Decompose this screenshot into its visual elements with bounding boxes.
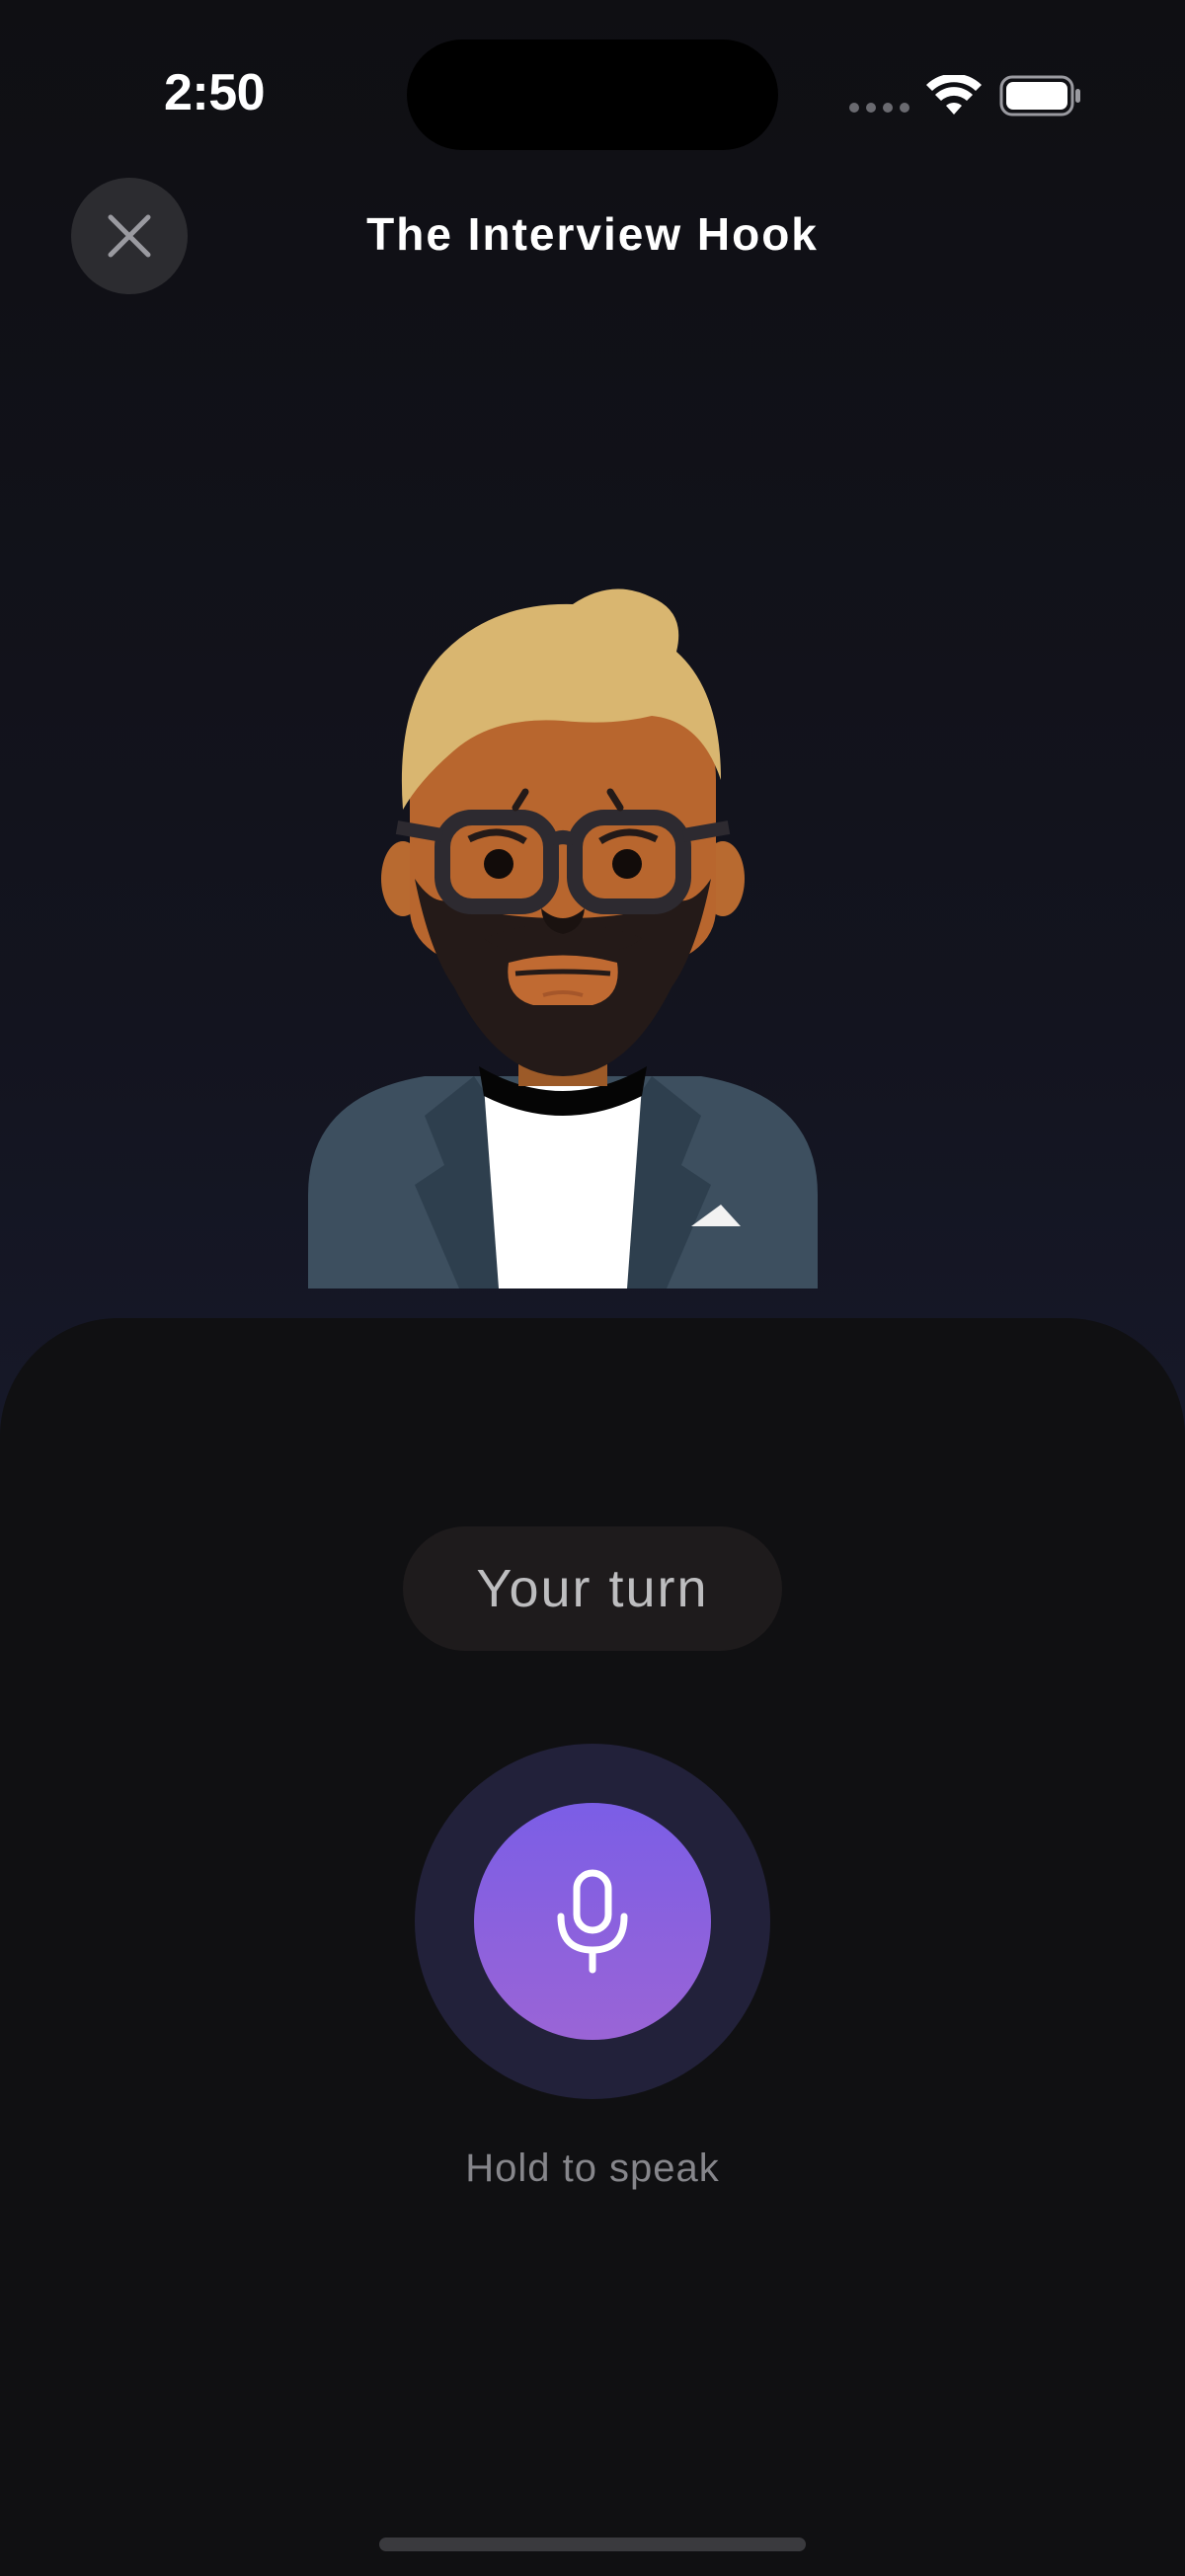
battery-icon bbox=[999, 75, 1080, 117]
wifi-icon bbox=[926, 75, 982, 115]
voice-practice-screen: 2:50 The Interview Hook Your turn Hold t… bbox=[0, 0, 1185, 2576]
signal-dots-icon bbox=[849, 103, 909, 113]
status-time: 2:50 bbox=[164, 64, 266, 121]
turn-status-label: Your turn bbox=[476, 1559, 709, 1618]
interviewer-avatar bbox=[308, 588, 818, 1288]
microphone-icon bbox=[557, 1869, 628, 1974]
home-indicator[interactable] bbox=[379, 2537, 806, 2551]
hold-to-speak-button[interactable] bbox=[474, 1803, 711, 2040]
hold-to-speak-hint: Hold to speak bbox=[465, 2147, 720, 2190]
page-title: The Interview Hook bbox=[366, 208, 819, 260]
dynamic-island bbox=[407, 39, 778, 150]
turn-status-badge: Your turn bbox=[403, 1526, 782, 1651]
